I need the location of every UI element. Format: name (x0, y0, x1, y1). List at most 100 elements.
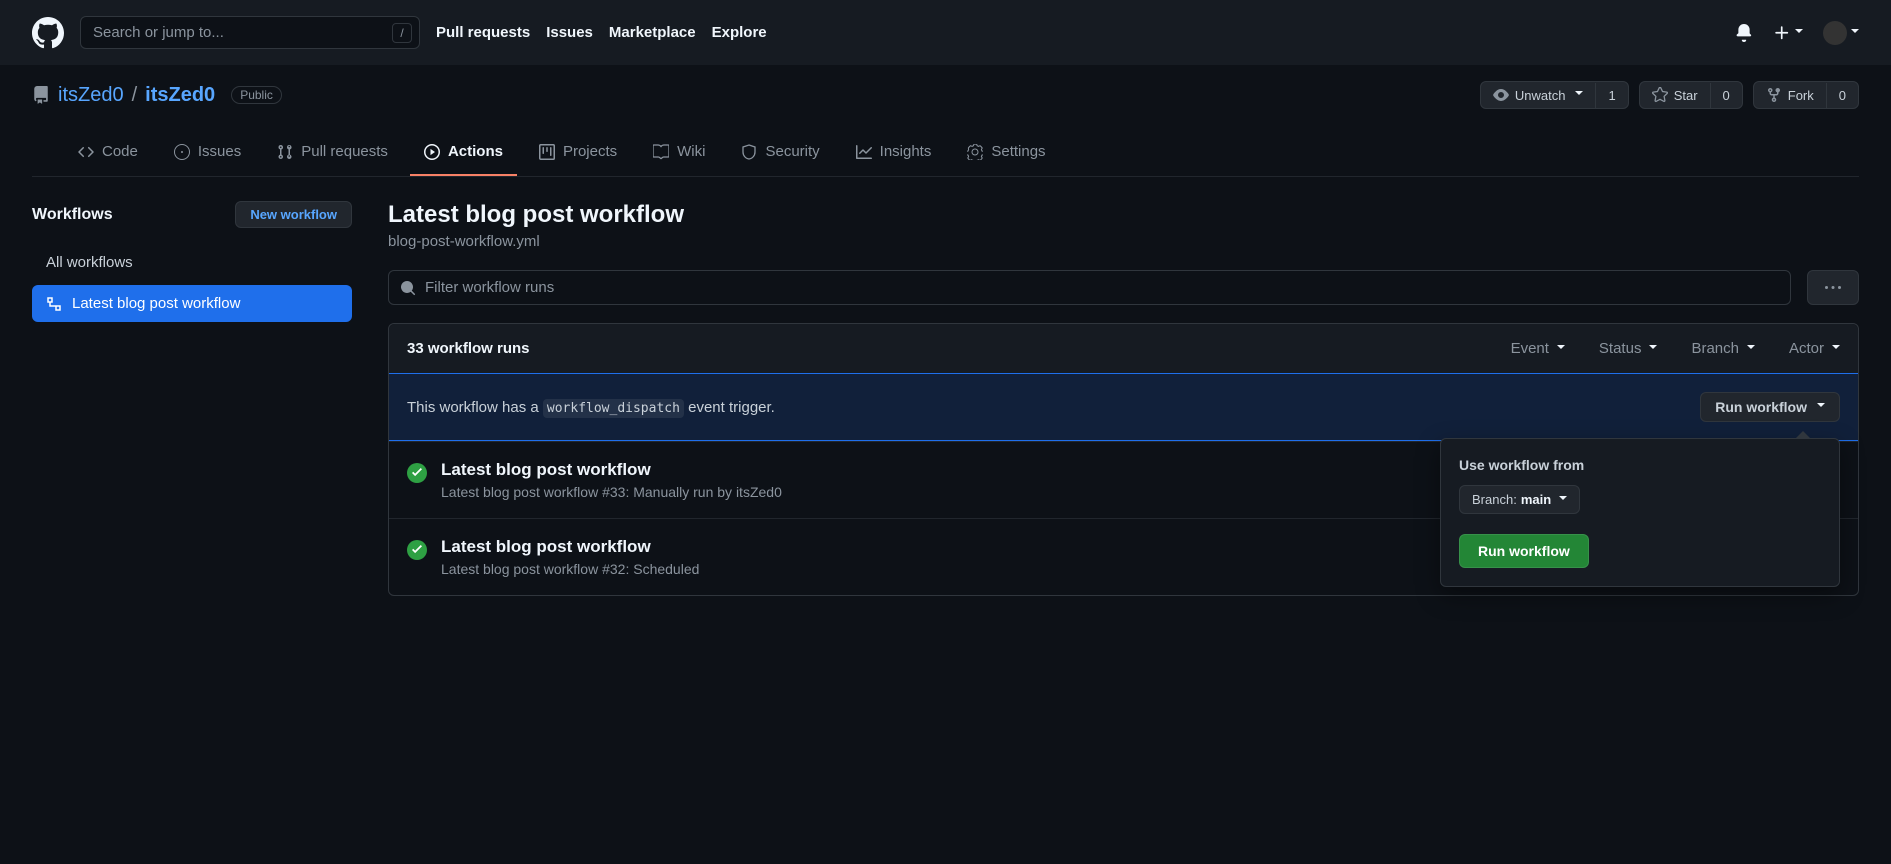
shield-icon (741, 144, 757, 160)
tab-settings-label: Settings (991, 143, 1045, 160)
repo-separator: / (132, 84, 138, 107)
plus-icon (1773, 24, 1791, 42)
repo-title-row: itsZed0 / itsZed0 Public Unwatch 1 Star … (32, 81, 1859, 109)
chevron-down-icon (1575, 91, 1583, 99)
sidebar-item-latest-blog-post[interactable]: Latest blog post workflow (32, 285, 352, 322)
dispatch-prefix: This workflow has a (407, 399, 543, 416)
branch-name: main (1521, 492, 1551, 507)
success-icon (407, 463, 427, 483)
repo-owner-link[interactable]: itsZed0 (58, 84, 124, 107)
run-body: Latest blog post workflow Latest blog po… (441, 460, 782, 500)
notifications-icon[interactable] (1735, 24, 1753, 42)
global-search: / (80, 16, 420, 49)
run-workflow-submit-button[interactable]: Run workflow (1459, 534, 1589, 568)
workflows-sidebar: Workflows New workflow All workflows Lat… (32, 201, 352, 596)
tab-insights[interactable]: Insights (842, 133, 946, 176)
tab-code[interactable]: Code (64, 133, 152, 176)
star-count: 0 (1710, 83, 1742, 108)
run-sub-rest: #33: Manually run by itsZed0 (598, 484, 782, 500)
new-workflow-button[interactable]: New workflow (235, 201, 352, 228)
workflow-file-name[interactable]: blog-post-workflow.yml (388, 233, 1859, 250)
run-sub-rest: #32: Scheduled (598, 561, 699, 577)
kebab-menu-button[interactable] (1807, 270, 1859, 305)
filter-event[interactable]: Event (1511, 340, 1565, 357)
github-logo-icon[interactable] (32, 17, 64, 49)
project-icon (539, 144, 555, 160)
graph-icon (856, 144, 872, 160)
chevron-down-icon (1747, 345, 1755, 353)
unwatch-button[interactable]: Unwatch 1 (1480, 81, 1629, 109)
workflow-icon (46, 296, 62, 312)
avatar (1823, 21, 1847, 45)
repo-nav: Code Issues Pull requests Actions Projec… (32, 133, 1859, 177)
run-sub-link[interactable]: Latest blog post workflow (441, 561, 598, 577)
filter-row (388, 270, 1859, 305)
nav-pull-requests[interactable]: Pull requests (436, 24, 530, 41)
fork-count: 0 (1826, 83, 1858, 108)
global-header: / Pull requests Issues Marketplace Explo… (0, 0, 1891, 65)
tab-actions[interactable]: Actions (410, 133, 517, 176)
run-subtitle: Latest blog post workflow #33: Manually … (441, 484, 782, 500)
filter-actor[interactable]: Actor (1789, 340, 1840, 357)
tab-security[interactable]: Security (727, 133, 833, 176)
nav-marketplace[interactable]: Marketplace (609, 24, 696, 41)
fork-button[interactable]: Fork 0 (1753, 81, 1859, 109)
eye-icon (1493, 87, 1509, 103)
slash-key-hint: / (392, 23, 412, 43)
search-icon (400, 280, 416, 296)
runs-count: 33 workflow runs (407, 340, 530, 357)
chevron-down-icon (1795, 29, 1803, 37)
tab-issues-label: Issues (198, 143, 241, 160)
filter-branch[interactable]: Branch (1691, 340, 1755, 357)
fork-icon (1766, 87, 1782, 103)
sidebar-item-all-workflows[interactable]: All workflows (32, 244, 352, 281)
runs-filters: Event Status Branch Actor (1511, 340, 1840, 357)
global-nav: Pull requests Issues Marketplace Explore (436, 24, 767, 41)
watch-count: 1 (1595, 83, 1627, 108)
tab-settings[interactable]: Settings (953, 133, 1059, 176)
filter-label: Branch (1691, 340, 1739, 357)
tab-wiki[interactable]: Wiki (639, 133, 719, 176)
user-menu[interactable] (1823, 21, 1859, 45)
run-title[interactable]: Latest blog post workflow (441, 460, 782, 480)
tab-projects-label: Projects (563, 143, 617, 160)
visibility-badge: Public (231, 86, 282, 104)
nav-explore[interactable]: Explore (712, 24, 767, 41)
chevron-down-icon (1649, 345, 1657, 353)
create-new-dropdown[interactable] (1773, 24, 1803, 42)
code-icon (78, 144, 94, 160)
chevron-down-icon (1817, 403, 1825, 411)
chevron-down-icon (1559, 496, 1567, 504)
book-icon (653, 144, 669, 160)
play-icon (424, 144, 440, 160)
tab-issues[interactable]: Issues (160, 133, 255, 176)
sidebar-item-label: All workflows (46, 254, 133, 271)
tab-actions-label: Actions (448, 143, 503, 160)
repo-name-link[interactable]: itsZed0 (145, 84, 215, 107)
filter-input-wrap (388, 270, 1791, 305)
filter-input[interactable] (388, 270, 1791, 305)
filter-status[interactable]: Status (1599, 340, 1658, 357)
search-input[interactable] (80, 16, 420, 49)
success-icon (407, 540, 427, 560)
tab-projects[interactable]: Projects (525, 133, 631, 176)
chevron-down-icon (1851, 29, 1859, 37)
issue-icon (174, 144, 190, 160)
chevron-down-icon (1832, 345, 1840, 353)
repo-actions: Unwatch 1 Star 0 Fork 0 (1480, 81, 1859, 109)
kebab-icon (1825, 280, 1841, 296)
branch-prefix: Branch: (1472, 492, 1517, 507)
run-sub-link[interactable]: Latest blog post workflow (441, 484, 598, 500)
star-button[interactable]: Star 0 (1639, 81, 1743, 109)
run-workflow-dropdown-button[interactable]: Run workflow (1700, 392, 1840, 422)
dispatch-code: workflow_dispatch (543, 399, 684, 418)
tab-pull-requests[interactable]: Pull requests (263, 133, 402, 176)
dispatch-suffix: event trigger. (684, 399, 775, 416)
branch-select-button[interactable]: Branch: main (1459, 485, 1580, 514)
filter-label: Actor (1789, 340, 1824, 357)
runs-container: 33 workflow runs Event Status Branch Act… (388, 323, 1859, 596)
tab-pr-label: Pull requests (301, 143, 388, 160)
repo-header: itsZed0 / itsZed0 Public Unwatch 1 Star … (0, 65, 1891, 177)
page-title: Latest blog post workflow (388, 201, 1859, 229)
nav-issues[interactable]: Issues (546, 24, 593, 41)
